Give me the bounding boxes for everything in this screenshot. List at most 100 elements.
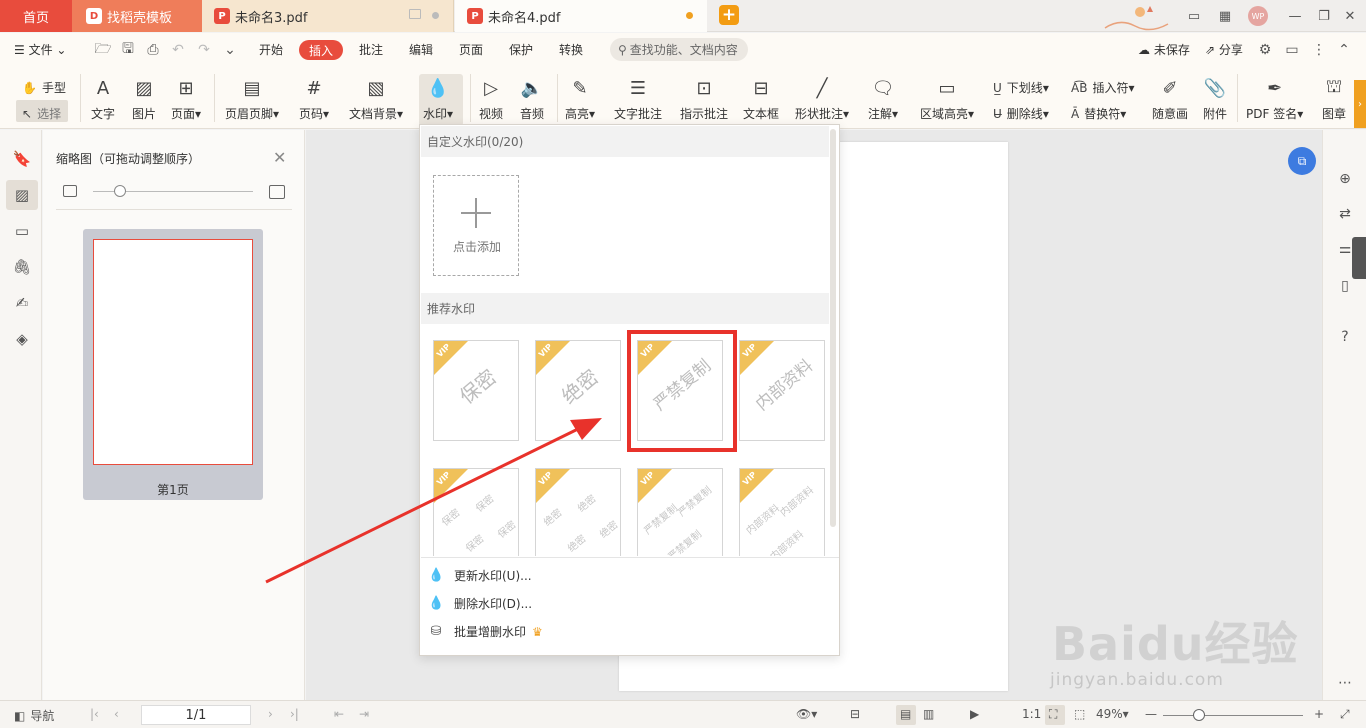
text-tool[interactable]: A 文字 bbox=[90, 75, 116, 122]
zoom-slider-handle[interactable] bbox=[1193, 709, 1205, 721]
text-box-tool[interactable]: ⊟ 文本框 bbox=[743, 75, 779, 122]
translate-icon[interactable]: ⇄ bbox=[1336, 205, 1354, 223]
avatar[interactable]: WP bbox=[1248, 6, 1268, 26]
next-page-icon[interactable]: › bbox=[268, 707, 273, 721]
select-tool[interactable]: ↖ 选择 bbox=[22, 105, 61, 122]
more-options-icon[interactable]: ⋯ bbox=[1336, 674, 1354, 692]
highlight-tool[interactable]: ✎ 高亮▾ bbox=[565, 75, 595, 122]
page-thumbnail[interactable]: 第1页 bbox=[83, 229, 263, 500]
menu-comment[interactable]: 批注 bbox=[359, 41, 383, 58]
menu-edit[interactable]: 编辑 bbox=[409, 41, 433, 58]
layers-icon[interactable]: ◈ bbox=[6, 324, 38, 354]
navigation-toggle[interactable]: ◧ 导航 bbox=[14, 707, 54, 724]
read-mode-icon[interactable]: ▯ bbox=[1336, 277, 1354, 295]
double-page-icon[interactable]: ▥ bbox=[923, 707, 934, 721]
tab-home[interactable]: 首页 bbox=[0, 0, 72, 32]
watermark-internal[interactable]: VIP 内部资料 bbox=[739, 340, 825, 441]
more-icon[interactable]: ⋮ bbox=[1311, 42, 1327, 58]
bookmark-icon[interactable]: 🔖 bbox=[6, 144, 38, 174]
last-page-icon[interactable]: ›| bbox=[290, 707, 299, 721]
replace-symbol-tool[interactable]: Ā 替换符 ▾ bbox=[1071, 105, 1126, 122]
text-comment-tool[interactable]: ☰ 文字批注 bbox=[614, 75, 662, 122]
watermark-baomi-tiled[interactable]: 保密 保密 保密 保密 VIP bbox=[433, 468, 519, 556]
page-number-tool[interactable]: # 页码▾ bbox=[299, 75, 329, 122]
tab-doc3[interactable]: P 未命名3.pdf bbox=[202, 0, 454, 32]
search-input[interactable]: ⚲ 查找功能、文档内容 bbox=[610, 38, 748, 61]
zoom-level[interactable]: 49% ▾ bbox=[1096, 707, 1129, 721]
video-tool[interactable]: ▷ 视频 bbox=[478, 75, 504, 122]
split-view-icon[interactable]: ⊟ bbox=[850, 707, 860, 721]
tab-doc4[interactable]: P 未命名4.pdf bbox=[455, 0, 707, 32]
watermark-juemi-tiled[interactable]: 绝密 绝密 绝密 绝密 VIP bbox=[535, 468, 621, 556]
zoom-in-icon[interactable]: + bbox=[1314, 707, 1324, 721]
annotation-tool[interactable]: 🗨 注解▾ bbox=[868, 75, 898, 122]
menu-page[interactable]: 页面 bbox=[459, 41, 483, 58]
menu-protect[interactable]: 保护 bbox=[509, 41, 533, 58]
page-tool[interactable]: ⊞ 页面▾ bbox=[171, 75, 201, 122]
delete-watermark-item[interactable]: 💧 删除水印(D)... bbox=[428, 595, 532, 612]
more-quick-icon[interactable]: ⌄ bbox=[222, 42, 238, 58]
pdf-sign-tool[interactable]: ✒ PDF 签名▾ bbox=[1246, 75, 1303, 122]
menu-start[interactable]: 开始 bbox=[259, 41, 283, 58]
chat-icon[interactable]: ▭ bbox=[1284, 42, 1300, 58]
zoom-search-icon[interactable]: ⊕ bbox=[1336, 170, 1354, 188]
shape-comment-tool[interactable]: ╱ 形状批注▾ bbox=[795, 75, 849, 122]
floating-tool-icon[interactable]: ⧉ bbox=[1288, 147, 1316, 175]
batch-watermark-item[interactable]: ⛁ 批量增删水印 ♛ bbox=[428, 623, 543, 640]
close-icon[interactable]: ✕ bbox=[273, 148, 286, 167]
tab-template[interactable]: D 找稻壳模板 bbox=[72, 0, 202, 32]
insert-symbol-tool[interactable]: A͡B 插入符 ▾ bbox=[1071, 79, 1135, 96]
large-image-icon[interactable] bbox=[269, 185, 285, 199]
underline-tool[interactable]: U̲ 下划线 ▾ bbox=[993, 79, 1049, 96]
open-folder-icon[interactable]: 🗁 bbox=[94, 41, 111, 58]
next-view-icon[interactable]: ⇥ bbox=[359, 707, 369, 721]
hand-tool[interactable]: ✋ 手型 bbox=[22, 79, 66, 96]
stamp-tool[interactable]: ⛫ 图章 bbox=[1321, 75, 1347, 122]
watermark-juemi[interactable]: VIP 绝密 bbox=[535, 340, 621, 441]
first-page-icon[interactable]: |‹ bbox=[90, 707, 99, 721]
close-window-icon[interactable]: ✕ bbox=[1340, 6, 1360, 26]
doc-background-tool[interactable]: ▧ 文档背景▾ bbox=[349, 75, 403, 122]
prev-view-icon[interactable]: ⇤ bbox=[334, 707, 344, 721]
eye-mode-icon[interactable]: 👁▾ bbox=[796, 707, 817, 721]
redo-icon[interactable]: ↷ bbox=[196, 42, 212, 58]
fit-width-icon[interactable]: ⬚ bbox=[1074, 707, 1085, 721]
actual-size-icon[interactable]: 1:1 bbox=[1022, 707, 1041, 721]
menu-convert[interactable]: 转换 bbox=[559, 41, 583, 58]
attachment-tool[interactable]: 📎 附件 bbox=[1202, 75, 1228, 122]
restore-icon[interactable]: ❐ bbox=[1314, 6, 1334, 26]
add-watermark-button[interactable]: 点击添加 bbox=[433, 175, 519, 276]
pointer-comment-tool[interactable]: ⊡ 指示批注 bbox=[680, 75, 728, 122]
ribbon-scroll-right-icon[interactable]: › bbox=[1354, 80, 1366, 128]
side-panel-tab[interactable] bbox=[1352, 237, 1366, 279]
comment-icon[interactable]: ▭ bbox=[6, 216, 38, 246]
grid-icon[interactable]: ▦ bbox=[1215, 6, 1235, 26]
settings-icon[interactable]: ⚙ bbox=[1257, 42, 1273, 58]
attachment-icon[interactable]: 🖇 bbox=[6, 252, 38, 282]
zoom-slider[interactable] bbox=[1163, 715, 1303, 716]
menu-insert[interactable]: 插入 bbox=[299, 40, 343, 60]
fullscreen-icon[interactable]: ⤢ bbox=[1340, 707, 1350, 722]
unsaved-button[interactable]: ☁ 未保存 bbox=[1138, 41, 1190, 58]
image-tool[interactable]: ▨ 图片 bbox=[131, 75, 157, 122]
strikethrough-tool[interactable]: U̶ 删除线 ▾ bbox=[993, 105, 1049, 122]
header-footer-tool[interactable]: ▤ 页眉页脚▾ bbox=[225, 75, 279, 122]
watermark-tool[interactable]: 💧 水印▾ bbox=[423, 75, 453, 122]
audio-tool[interactable]: 🔈 音频 bbox=[519, 75, 545, 122]
thumbnail-icon[interactable]: ▨ bbox=[6, 180, 38, 210]
prev-page-icon[interactable]: ‹ bbox=[114, 707, 119, 721]
share-button[interactable]: ⇗ 分享 bbox=[1205, 41, 1243, 58]
watermark-baomi[interactable]: VIP 保密 bbox=[433, 340, 519, 441]
print-icon[interactable]: ⎙ bbox=[145, 42, 161, 58]
undo-icon[interactable]: ↶ bbox=[170, 42, 186, 58]
save-icon[interactable]: 🖫 bbox=[120, 41, 136, 58]
help-icon[interactable]: ? bbox=[1336, 328, 1354, 346]
single-page-icon[interactable]: ▤ bbox=[900, 707, 911, 721]
fit-page-icon[interactable]: ⛶ bbox=[1049, 707, 1057, 722]
watermark-no-copy-tiled[interactable]: 严禁复制 严禁复制 严禁复制 VIP bbox=[637, 468, 723, 556]
small-image-icon[interactable] bbox=[63, 185, 77, 197]
monitor-icon[interactable] bbox=[409, 9, 421, 19]
zoom-out-icon[interactable]: — bbox=[1145, 707, 1157, 721]
dropdown-scrollbar[interactable] bbox=[830, 129, 836, 527]
collapse-ribbon-icon[interactable]: ⌃ bbox=[1336, 42, 1352, 58]
